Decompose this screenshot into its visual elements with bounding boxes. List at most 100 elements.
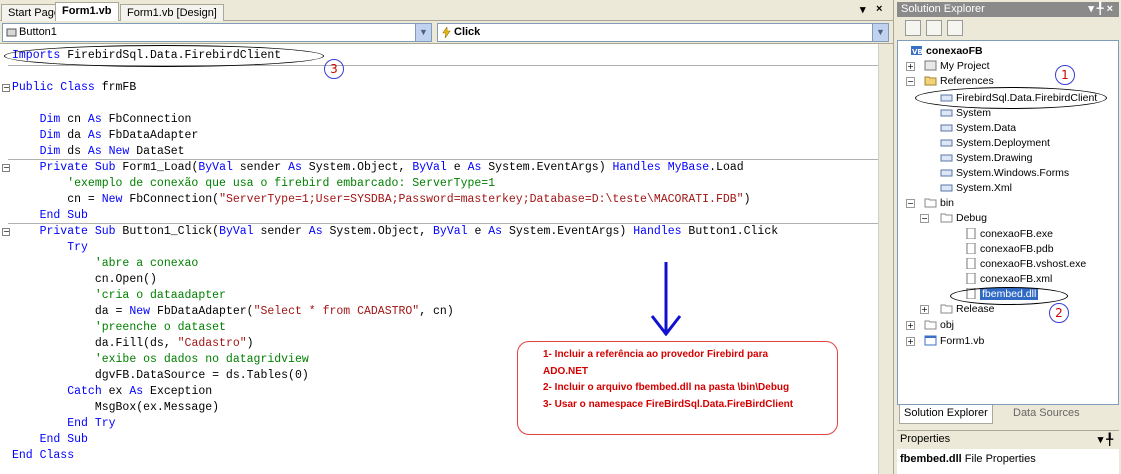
tree-node-label: Form1.vb xyxy=(940,335,985,347)
tab-solution-explorer[interactable]: Solution Explorer xyxy=(899,405,993,424)
chevron-down-icon[interactable]: ▼ xyxy=(415,24,431,41)
code-token: Private Sub xyxy=(12,225,116,238)
tree-node-project[interactable]: VB conexaoFB xyxy=(910,44,983,59)
code-token: .Load xyxy=(709,161,744,174)
close-icon[interactable]: × xyxy=(876,3,882,15)
tree-node-label: System xyxy=(956,107,992,119)
tree-node-label: conexaoFB.pdb xyxy=(980,243,1054,255)
code-token: Exception xyxy=(143,385,213,398)
code-token: FbConnection( xyxy=(122,193,220,206)
tab-data-sources[interactable]: Data Sources xyxy=(1009,405,1084,424)
show-all-files-icon[interactable] xyxy=(926,20,942,36)
folder-icon xyxy=(940,213,953,223)
properties-object-selector[interactable]: fbembed.dll File Properties xyxy=(897,449,1119,474)
code-comment: 'exibe os dados no datagridview xyxy=(12,353,309,366)
expand-icon[interactable]: + xyxy=(920,305,929,314)
panel-controls-icon[interactable]: ▾ ╀ xyxy=(1098,433,1113,446)
my-project-icon xyxy=(924,60,937,71)
collapse-icon[interactable]: − xyxy=(920,214,929,223)
code-token: ) xyxy=(246,337,254,350)
code-editor: Start Page Form1.vb Form1.vb [Design] ▾ … xyxy=(0,0,893,474)
tree-node-label: My Project xyxy=(940,60,990,72)
tree-node-form1[interactable]: Form1.vb xyxy=(924,334,984,349)
code-token: Handles xyxy=(612,161,661,174)
code-token: da xyxy=(60,129,88,142)
refresh-icon[interactable] xyxy=(947,20,963,36)
annotation-badge-2: 2 xyxy=(1049,303,1069,323)
instruction-line: 2- Incluir o arquivo fbembed.dll na past… xyxy=(543,382,790,393)
code-line: End Sub xyxy=(12,433,88,446)
code-token: Button1_Click( xyxy=(115,225,220,238)
code-token: Dim xyxy=(12,129,61,142)
tree-node-file[interactable]: conexaoFB.vshost.exe xyxy=(964,257,1086,272)
file-icon xyxy=(966,243,976,254)
tree-node-label: System.Windows.Forms xyxy=(956,167,1070,179)
solution-explorer-toolbar xyxy=(897,17,1119,39)
tab-form1-vb[interactable]: Form1.vb xyxy=(55,2,119,21)
tab-form1-design[interactable]: Form1.vb [Design] xyxy=(120,4,224,22)
file-icon xyxy=(966,258,976,269)
arrow-down-icon xyxy=(650,262,682,336)
document-tabs: Start Page Form1.vb Form1.vb [Design] ▾ … xyxy=(0,0,893,22)
expand-icon[interactable]: + xyxy=(906,337,915,346)
panel-controls-icon[interactable]: ▾ ╀ × xyxy=(1088,2,1113,15)
object-combo[interactable]: Button1 ▼ xyxy=(2,23,432,42)
code-token: Handles xyxy=(633,225,682,238)
folder-icon xyxy=(940,304,953,314)
tree-node-ref[interactable]: System.Xml xyxy=(940,181,1012,196)
code-token: As xyxy=(467,161,482,174)
instructions-callout: 1- Incluir a referência ao provedor Fire… xyxy=(517,341,838,435)
properties-icon[interactable] xyxy=(905,20,921,36)
tree-node-debug[interactable]: Debug xyxy=(940,211,987,226)
code-token: MyBase xyxy=(667,161,710,174)
tree-node-label: conexaoFB.exe xyxy=(980,228,1053,240)
tab-label: Solution Explorer xyxy=(904,407,988,419)
lightning-event-icon xyxy=(442,27,451,38)
panel-title: Properties xyxy=(900,433,951,445)
tree-node-ref[interactable]: System.Drawing xyxy=(940,151,1032,166)
tree-node-obj[interactable]: obj xyxy=(924,318,954,333)
code-line: End Sub xyxy=(12,209,88,222)
code-token: As xyxy=(488,225,503,238)
chevron-down-icon[interactable]: ▼ xyxy=(872,24,888,41)
tree-node-my-project[interactable]: My Project xyxy=(924,59,990,74)
reference-icon xyxy=(940,109,953,117)
collapse-icon[interactable]: − xyxy=(906,199,915,208)
tree-node-label: bin xyxy=(940,197,955,209)
code-string: "Select * from CADASTRO" xyxy=(253,305,420,318)
code-line: Private Sub Form1_Load(ByVal sender As S… xyxy=(12,160,744,176)
tree-node-file[interactable]: conexaoFB.xml xyxy=(964,272,1052,287)
code-token: da.Fill(ds, xyxy=(12,337,178,350)
tree-node-label: References xyxy=(940,75,994,87)
code-token: da = xyxy=(12,305,130,318)
object-combo-value: Button1 xyxy=(19,26,57,38)
collapse-icon[interactable]: − xyxy=(2,84,10,92)
collapse-icon[interactable]: − xyxy=(2,228,10,236)
expand-icon[interactable]: + xyxy=(906,62,915,71)
event-combo[interactable]: Click ▼ xyxy=(437,23,889,42)
tree-node-label: Release xyxy=(956,303,995,315)
vertical-scrollbar[interactable] xyxy=(878,44,893,474)
reference-icon xyxy=(940,169,953,177)
tree-node-file[interactable]: conexaoFB.exe xyxy=(964,227,1053,242)
code-token: ) xyxy=(743,193,751,206)
code-line: Catch ex As Exception xyxy=(12,384,212,400)
code-line: Try xyxy=(12,241,88,254)
tree-node-ref[interactable]: System.Deployment xyxy=(940,136,1050,151)
code-token: Form1_Load( xyxy=(115,161,199,174)
code-string: "ServerType=1;User=SYSDBA;Password=maste… xyxy=(219,193,744,206)
fbembed-highlight-ellipse xyxy=(950,287,1068,305)
tab-list-dropdown-icon[interactable]: ▾ xyxy=(860,3,866,16)
tree-node-bin[interactable]: bin xyxy=(924,196,954,211)
code-line: da.Fill(ds, "Cadastro") xyxy=(12,336,254,352)
tree-node-ref[interactable]: System.Data xyxy=(940,121,1016,136)
collapse-icon[interactable]: − xyxy=(2,164,10,172)
tree-node-file[interactable]: conexaoFB.pdb xyxy=(964,242,1054,257)
code-token: As xyxy=(308,225,323,238)
form-icon xyxy=(924,335,937,346)
tree-node-ref[interactable]: System.Windows.Forms xyxy=(940,166,1069,181)
collapse-icon[interactable]: − xyxy=(906,77,915,86)
code-token: As xyxy=(87,129,102,142)
code-token: Public Class xyxy=(12,81,95,94)
expand-icon[interactable]: + xyxy=(906,321,915,330)
